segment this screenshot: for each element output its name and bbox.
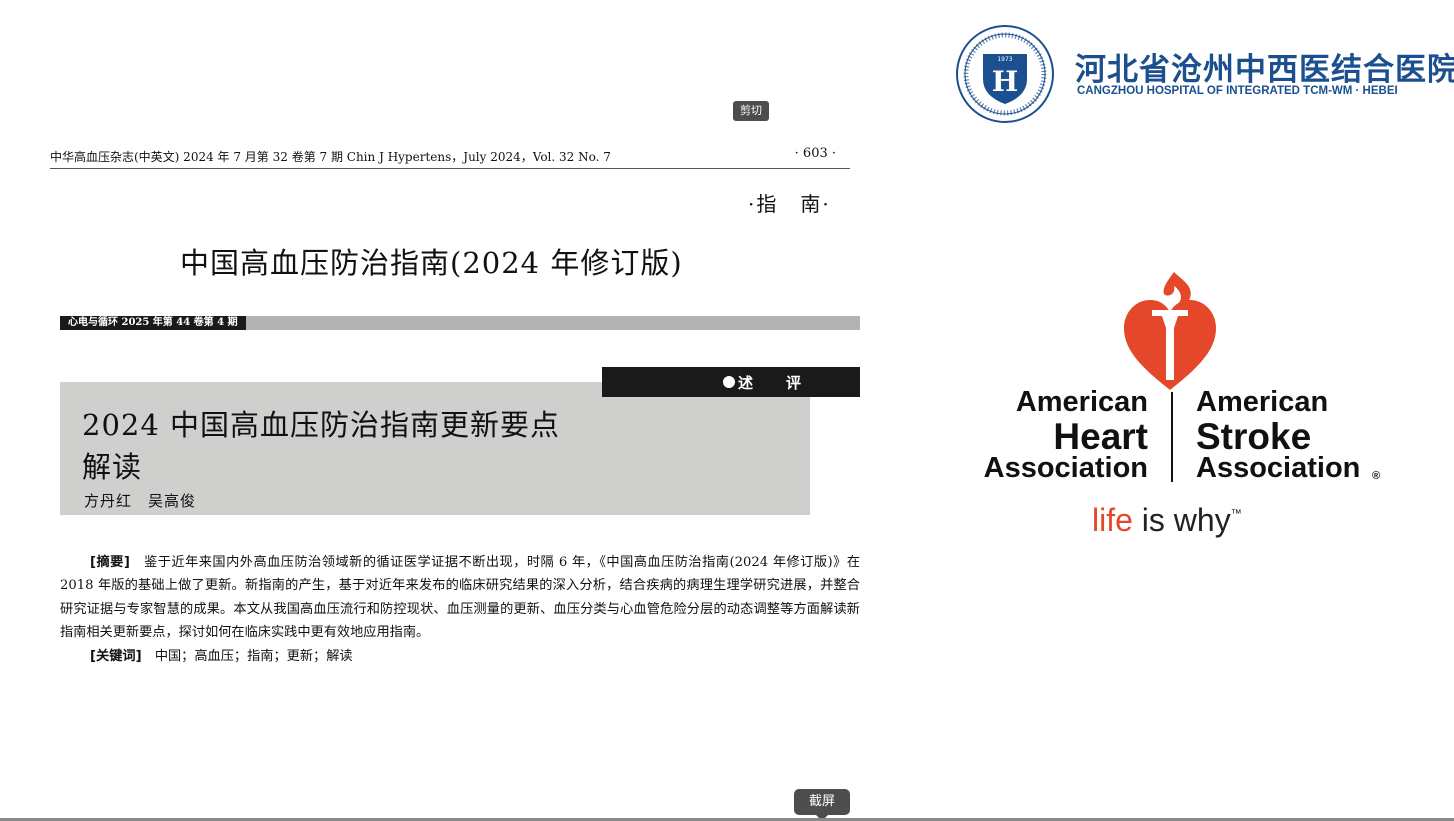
review-label-text: 述 评 (738, 374, 803, 392)
article-title-box: 2024 中国高血压防治指南更新要点 解读 方丹红 吴高俊 (60, 382, 810, 515)
journal-band: 心电与循环 2025 年第 44 卷第 4 期 (60, 316, 860, 330)
hospital-seal-logo: 1973 H (956, 25, 1054, 123)
aha-heart-torch-icon (1124, 272, 1216, 390)
aha-heart-line1: American (1015, 386, 1148, 418)
abstract: [摘要] 鉴于近年来国内外高血压防治领域新的循证医学证据不断出现，时隔 6 年，… (60, 551, 860, 644)
page-number: · 603 · (794, 146, 836, 161)
hospital-name-cn: 河北省沧州中西医结合医院 (1075, 52, 1454, 88)
journal-band-label: 心电与循环 2025 年第 44 卷第 4 期 (60, 316, 246, 330)
review-bar: 述 评 (602, 367, 860, 397)
aha-heart-line3: Association (983, 452, 1148, 484)
registered-mark: ® (1372, 470, 1381, 482)
cut-tooltip[interactable]: 剪切 (733, 101, 769, 121)
aha-stroke-line1: American (1196, 386, 1329, 418)
hospital-seal-letter: H (992, 65, 1018, 98)
article-title-line2: 解读 (82, 450, 143, 484)
hospital-seal-year: 1973 (997, 56, 1012, 63)
keywords: [关键词] 中国；高血压；指南；更新；解读 (90, 645, 353, 668)
abstract-label: [摘要] (90, 555, 130, 570)
section-tag: ·指 南· (748, 192, 831, 216)
article-title-line1: 2024 中国高血压防治指南更新要点 (82, 408, 561, 442)
abstract-text: 鉴于近年来国内外高血压防治领域新的循证医学证据不断出现，时隔 6 年，《中国高血… (60, 555, 861, 640)
journal-citation: 中华高血压杂志(中英文) 2024 年 7 月第 32 卷第 7 期 Chin … (50, 150, 611, 164)
aha-stroke-line3: Association (1196, 452, 1361, 484)
aha-divider (1171, 392, 1173, 482)
review-label: 述 评 (722, 372, 802, 393)
guideline-title: 中国高血压防治指南(2024 年修订版) (180, 246, 683, 280)
tagline-rest: is why (1132, 502, 1231, 538)
journal-header: 中华高血压杂志(中英文) 2024 年 7 月第 32 卷第 7 期 Chin … (50, 146, 850, 169)
keywords-text: 中国；高血压；指南；更新；解读 (154, 649, 353, 664)
keywords-label: [关键词] (90, 649, 142, 664)
hospital-name-en: CANGZHOU HOSPITAL OF INTEGRATED TCM-WM ·… (1077, 85, 1398, 97)
aha-tagline: life is why™ (1092, 502, 1242, 539)
article-authors: 方丹红 吴高俊 (84, 492, 197, 510)
tagline-life: life (1092, 502, 1133, 538)
screenshot-tooltip[interactable]: 截屏 (794, 789, 850, 815)
article-title: 2024 中国高血压防治指南更新要点 解读 (82, 404, 642, 488)
trademark-mark: ™ (1230, 508, 1242, 520)
